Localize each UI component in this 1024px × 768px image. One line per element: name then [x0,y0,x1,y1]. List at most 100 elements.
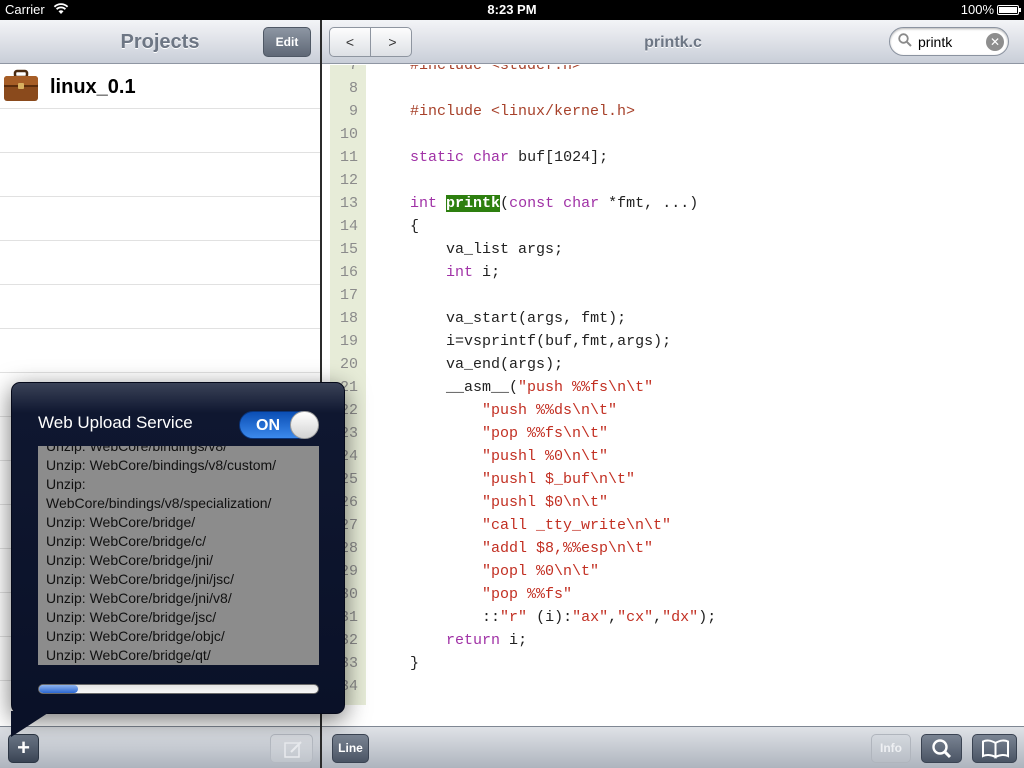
log-line: Unzip: WebCore/bindings/v8/ [46,446,228,454]
code-line: 27 "call _tty_write\n\t" [322,514,1024,537]
code-text: int printk(const char *fmt, ...) [410,195,699,212]
clear-search-icon[interactable]: ✕ [986,33,1004,51]
list-item [0,329,320,373]
info-button[interactable]: Info [871,734,911,763]
line-number: 10 [339,126,358,143]
add-project-button[interactable]: + [8,734,39,763]
code-line: 14 { [322,215,1024,238]
battery-percentage: 100% [960,2,994,17]
log-line: Unzip: [46,476,86,492]
line-number: 14 [339,218,358,235]
log-line: Unzip: WebCore/bridge/jni/v8/ [46,590,232,606]
code-text: } [410,655,420,672]
code-text: "popl %0\n\t" [482,563,600,580]
line-number: 19 [339,333,358,350]
code-text: int i; [446,264,501,281]
code-line: 25 "pushl $_buf\n\t" [322,468,1024,491]
code-line: 31 ::"r" (i):"ax","cx","dx"); [322,606,1024,629]
code-text: #include <linux/kernel.h> [410,103,636,120]
search-button[interactable] [921,734,962,763]
toggle-knob[interactable] [290,411,319,439]
list-item [0,241,320,285]
list-item [0,109,320,153]
code-text: "pushl %0\n\t" [482,448,609,465]
toggle-on-label: ON [256,417,280,434]
list-item [0,197,320,241]
code-text: "pushl $_buf\n\t" [482,471,636,488]
project-row-linux[interactable]: linux_0.1 [0,65,320,109]
code-line: 10 [322,123,1024,146]
editor-nav-bar: < > printk.c ✕ [322,20,1024,64]
line-number: 15 [339,241,358,258]
code-text: va_list args; [446,241,564,258]
code-text: __asm__("push %%fs\n\t" [446,379,654,396]
code-text: "pop %%fs" [482,586,573,603]
code-text: ::"r" (i):"ax","cx","dx"); [482,609,717,626]
code-line: 20 va_end(args); [322,353,1024,376]
battery-icon [997,5,1021,15]
web-upload-toggle[interactable]: ON [239,411,319,439]
compose-button[interactable] [270,734,313,763]
code-line: 13 int printk(const char *fmt, ...) [322,192,1024,215]
code-line: 16 int i; [322,261,1024,284]
log-line: Unzip: WebCore/bridge/jni/jsc/ [46,571,235,587]
code-line: 26 "pushl $0\n\t" [322,491,1024,514]
code-line: 19 i=vsprintf(buf,fmt,args); [322,330,1024,353]
code-line: 23 "pop %%fs\n\t" [322,422,1024,445]
search-input[interactable] [918,32,982,52]
code-text: va_end(args); [446,356,564,373]
line-number: 11 [339,149,358,166]
edit-button[interactable]: Edit [263,27,311,57]
log-line: Unzip: WebCore/bridge/jni/ [46,552,214,568]
web-upload-popover: Web Upload Service ON Unzip: WebCore/bin… [11,382,345,714]
log-line: Unzip: WebCore/bridge/jsc/ [46,609,217,625]
briefcase-icon [3,69,39,103]
code-editor[interactable]: 7 #include <stddef.h> 8 9 #include <linux/ke… [322,65,1024,705]
code-line: 15 va_list args; [322,238,1024,261]
line-number: 8 [348,80,358,97]
log-line: Unzip: WebCore/bridge/c/ [46,533,207,549]
line-number: 12 [339,172,358,189]
code-line: 12 [322,169,1024,192]
line-number: 9 [348,103,358,120]
goto-line-button[interactable]: Line [332,734,369,763]
code-line: 22 "push %%ds\n\t" [322,399,1024,422]
search-icon [898,33,912,50]
code-text: i=vsprintf(buf,fmt,args); [446,333,672,350]
project-name: linux_0.1 [50,76,136,98]
status-time: 8:23 PM [487,2,537,17]
upload-progress-bar [38,684,319,694]
log-line: WebCore/bindings/v8/specialization/ [46,495,272,511]
compose-icon [271,741,314,768]
popover-arrow [11,711,51,737]
search-icon [922,739,963,765]
upload-progress-fill [39,685,79,693]
upload-log[interactable]: Unzip: WebCore/bindings/v8/Unzip: WebCor… [38,446,319,665]
bookmarks-button[interactable] [972,734,1017,763]
line-number: 16 [339,264,358,281]
code-text: #include <stddef.h> [410,65,582,74]
code-text: "pop %%fs\n\t" [482,425,609,442]
code-text: return i; [446,632,528,649]
code-text: "pushl $0\n\t" [482,494,609,511]
ipad-screen: Carrier 8:23 PM 100% Projects Edit linux… [0,0,1024,768]
log-line: Unzip: WebCore/bindings/v8/custom/ [46,457,277,473]
book-icon [973,739,1018,765]
list-item [0,153,320,197]
status-bar: Carrier 8:23 PM 100% [0,0,1024,20]
code-text: "call _tty_write\n\t" [482,517,672,534]
search-field[interactable]: ✕ [889,27,1009,56]
code-line: 21 __asm__("push %%fs\n\t" [322,376,1024,399]
projects-nav-bar: Projects Edit [0,20,320,64]
code-text: "push %%ds\n\t" [482,402,618,419]
upload-log-lines: Unzip: WebCore/bindings/v8/Unzip: WebCor… [46,446,314,665]
list-item [0,285,320,329]
code-line: 18 va_start(args, fmt); [322,307,1024,330]
code-line: 11 static char buf[1024]; [322,146,1024,169]
editor-pane: < > printk.c ✕ 7 #include <stddef.h> 8 9 #in… [322,20,1024,768]
log-line: Unzip: WebCore/bridge/objc/ [46,628,225,644]
line-number: 7 [348,65,358,74]
editor-toolbar: Line Info [322,726,1024,768]
code-text: "addl $8,%%esp\n\t" [482,540,654,557]
line-number: 18 [339,310,358,327]
